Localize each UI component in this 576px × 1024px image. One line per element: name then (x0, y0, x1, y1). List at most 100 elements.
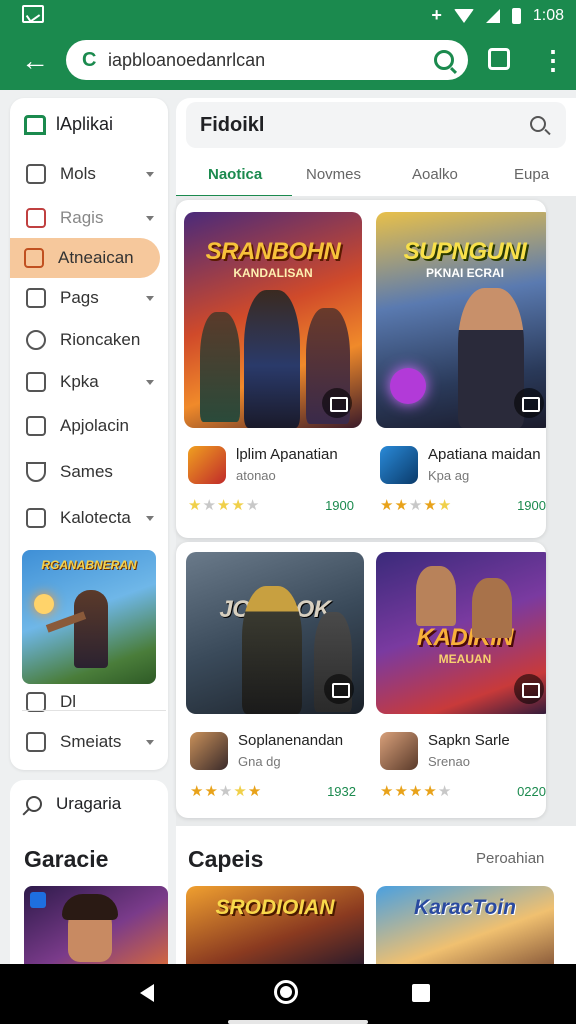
hero-figure (416, 566, 456, 626)
sidebar-item-pags[interactable]: Pags (12, 278, 166, 318)
chevron-down-icon (146, 215, 154, 221)
sidebar-item-rioncaken[interactable]: Rioncaken (12, 320, 166, 360)
star-icon: ★ (202, 497, 217, 514)
game-art-subtitle: KANDALISAN (233, 266, 313, 280)
edit-icon (26, 208, 46, 228)
promo-banner[interactable]: RGANABNERAN (22, 550, 156, 684)
terminal-icon (26, 372, 46, 392)
promo-banner-title: RGANABNERAN (41, 558, 137, 572)
sidebar-item-label: Smeiats (60, 732, 122, 751)
game-art[interactable]: SRANBOHN KANDALISAN (184, 212, 362, 428)
ally-figure (200, 312, 240, 422)
gallery-icon[interactable] (514, 388, 544, 418)
sidebar-item-atneaican[interactable]: Atneaican (10, 238, 160, 278)
sidebar-item-smeiats[interactable]: Smeiats (12, 722, 166, 762)
chevron-down-icon (146, 515, 154, 521)
nav-recents-icon[interactable] (412, 984, 430, 1002)
plus-icon: + (431, 5, 442, 25)
app-name: Sapkn Sarle (428, 732, 510, 749)
magic-glow (34, 594, 54, 614)
message-icon (26, 692, 46, 712)
hero-figure (242, 586, 302, 714)
battery-icon (511, 7, 521, 24)
chart-icon (26, 416, 46, 436)
sidebar-item-apjolacin[interactable]: Apjolacin (12, 406, 166, 446)
app-info[interactable]: Sapkn Sarle Srenao ★★★★★ 0220 (376, 726, 546, 800)
sidebar-item-ragis[interactable]: Ragis (12, 198, 166, 238)
hero-figure (74, 590, 108, 668)
chevron-down-icon (146, 739, 154, 745)
chevron-down-icon (146, 171, 154, 177)
back-button[interactable]: ← (18, 44, 52, 78)
app-bar: + 1:08 ← C iapbloanoedanrlcan ⋮ (0, 0, 576, 90)
gesture-handle[interactable] (228, 1020, 368, 1024)
game-art-title: KaracToin (414, 896, 516, 919)
gallery-icon[interactable] (322, 388, 352, 418)
overflow-menu-button[interactable]: ⋮ (540, 44, 566, 76)
address-bar[interactable]: C iapbloanoedanrlcan (66, 40, 468, 80)
star-icon: ★ (423, 497, 438, 514)
see-more-link[interactable]: Peroahian (476, 850, 544, 867)
sidebar-section-heading: Garacie (24, 846, 109, 872)
browser-toolbar: ← C iapbloanoedanrlcan ⋮ (0, 36, 576, 86)
sidebar-item-label: Apjolacin (60, 416, 129, 435)
search-bar[interactable]: Fidoikl (186, 102, 566, 148)
app-info[interactable]: Apatiana maidan Kpa ag ★★★★★ 1900 (376, 440, 546, 514)
app-icon (190, 732, 228, 770)
sidebar-item-label: Atneaican (58, 248, 134, 267)
search-icon[interactable] (530, 116, 546, 132)
gallery-icon[interactable] (324, 674, 354, 704)
sidebar-item-kpka[interactable]: Kpka (12, 362, 166, 402)
search-icon[interactable] (434, 50, 454, 70)
star-icon: ★ (380, 783, 395, 800)
tag-icon (26, 508, 46, 528)
download-icon (26, 732, 46, 752)
tabs-button[interactable] (488, 48, 510, 70)
tab-naotica[interactable]: Naotica (208, 166, 262, 183)
sidebar-item-label: Kalotecta (60, 508, 131, 527)
game-art[interactable]: SRODIOIAN (186, 886, 364, 966)
rating-stars: ★★★★★ (380, 782, 452, 800)
sidebar-item-label: Sames (60, 462, 113, 481)
sidebar-item-label: Pags (60, 288, 99, 307)
tab-aoalko[interactable]: Aoalko (412, 166, 458, 183)
sidebar-item-sames[interactable]: Sames (12, 452, 166, 492)
tab-novmes[interactable]: Novmes (306, 166, 361, 183)
nav-home-icon[interactable] (274, 980, 298, 1004)
character-hair (62, 894, 118, 920)
app-logo-icon (24, 114, 46, 135)
game-art[interactable]: JOYTPOK (186, 552, 364, 714)
download-count: 1900 (325, 498, 354, 513)
app-developer: atonao (236, 468, 276, 483)
game-thumbnail[interactable] (24, 886, 168, 970)
download-count: 0220 (517, 784, 546, 799)
sidebar-item-kalotecta[interactable]: Kalotecta (12, 498, 166, 538)
game-art[interactable]: SUPNGUNI PKNAI ECRAI (376, 212, 546, 428)
sidebar-item-mols[interactable]: Mols (12, 154, 166, 194)
app-name: Soplanenandan (238, 732, 344, 749)
url-text: iapbloanoedanrlcan (108, 50, 266, 70)
app-info[interactable]: lplim Apanatian atonao ★★★★★ 1900 (184, 440, 362, 514)
sidebar-search[interactable]: Uragaria (26, 794, 121, 814)
star-icon: ★ (233, 783, 248, 800)
tab-bar: Naotica Novmes Aoalko Eupa (176, 154, 576, 198)
nav-back-icon[interactable] (140, 984, 154, 1002)
puzzle-icon (26, 288, 46, 308)
app-info[interactable]: Soplanenandan Gna dg ★★★★★ 1932 (186, 726, 364, 800)
app-developer: Gna dg (238, 754, 281, 769)
app-developer: Srenao (428, 754, 470, 769)
tab-eupa[interactable]: Eupa (514, 166, 549, 183)
game-card-row: JOYTPOK KADIKIN MEAUAN Soplanenandan Gna… (176, 542, 546, 818)
gallery-icon[interactable] (514, 674, 544, 704)
sidebar-item-label: Ragis (60, 208, 104, 227)
rating-stars: ★★★★★ (380, 496, 452, 514)
game-art[interactable]: KADIKIN MEAUAN (376, 552, 546, 714)
chat-icon (26, 330, 46, 350)
star-icon: ★ (247, 783, 263, 800)
star-icon: ★ (423, 783, 438, 800)
sidebar-item-dl[interactable]: Dl (12, 682, 166, 722)
game-art[interactable]: KaracToin (376, 886, 554, 966)
sidebar-lower: Uragaria Garacie (10, 780, 168, 970)
star-icon: ★ (437, 783, 453, 800)
star-icon: ★ (408, 497, 424, 514)
